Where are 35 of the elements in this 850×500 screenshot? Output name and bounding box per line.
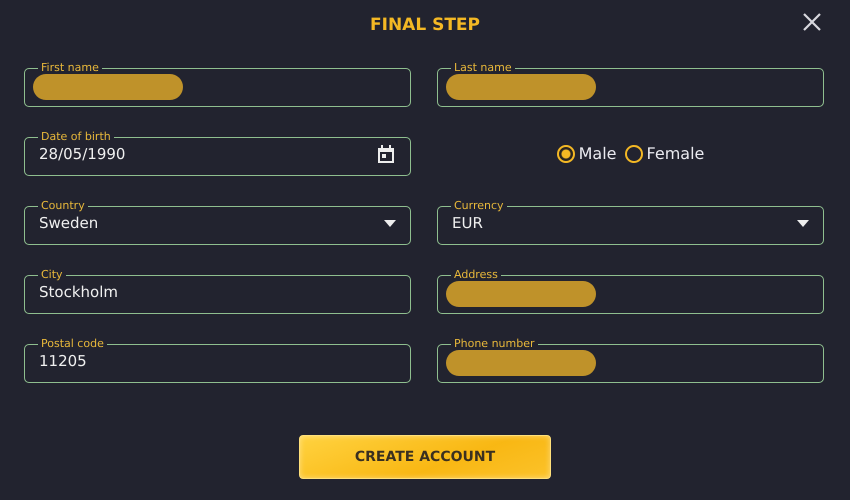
field-label: First name <box>40 62 100 74</box>
field-value: Stockholm <box>39 283 119 301</box>
text-field[interactable]: First name <box>24 62 411 107</box>
create-account-button[interactable]: CREATE ACCOUNT <box>299 435 551 479</box>
field-label: Country <box>40 200 86 212</box>
dropdown-field[interactable]: Country Sweden <box>24 200 411 245</box>
field-label: Last name <box>453 62 513 74</box>
radio-label: Female <box>646 144 704 163</box>
dropdown-field[interactable]: Currency EUR <box>437 200 824 245</box>
caret-down-icon[interactable] <box>797 220 809 226</box>
radio-option[interactable]: Male <box>556 144 617 163</box>
field-label: Phone number <box>453 338 536 350</box>
date-field[interactable]: Date of birth 28/05/1990 <box>24 131 411 176</box>
radio-label: Male <box>578 144 617 163</box>
text-field[interactable]: Postal code 11205 <box>24 338 411 383</box>
radio-button[interactable] <box>624 144 643 162</box>
field-label: Date of birth <box>40 131 112 143</box>
radio-option[interactable]: Female <box>624 144 704 163</box>
caret-down-icon[interactable] <box>384 220 396 226</box>
text-field[interactable]: City Stockholm <box>24 269 411 314</box>
radio-button[interactable] <box>556 144 575 162</box>
text-field[interactable]: Phone number <box>437 338 824 383</box>
field-value: EUR <box>452 214 484 232</box>
field-label: Address <box>453 269 499 281</box>
field-label: Currency <box>453 200 505 212</box>
field-value: 28/05/1990 <box>39 145 126 163</box>
field-label: Postal code <box>40 338 105 350</box>
text-field[interactable]: Address <box>437 269 824 314</box>
field-value: Sweden <box>39 214 100 232</box>
close-icon <box>802 12 822 32</box>
text-field[interactable]: Last name <box>437 62 824 107</box>
field-value: 11205 <box>39 352 88 370</box>
field-label: City <box>40 269 64 281</box>
dialog-title: FINAL STEP <box>370 15 480 35</box>
calendar-icon[interactable] <box>376 144 396 164</box>
